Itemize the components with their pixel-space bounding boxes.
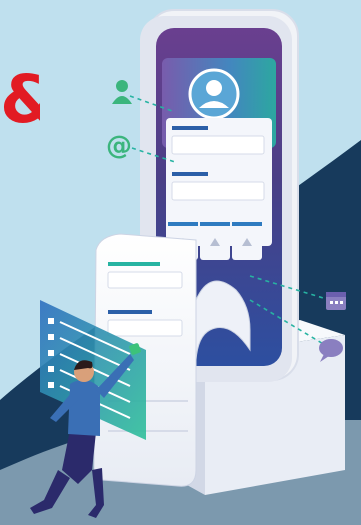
user-icon	[112, 80, 132, 104]
headline-fragment: &	[0, 55, 40, 145]
svg-text:@: @	[106, 131, 132, 161]
calendar-icon	[326, 292, 346, 310]
at-sign-icon: @	[106, 131, 132, 161]
illustration-scene: @	[0, 9, 361, 525]
